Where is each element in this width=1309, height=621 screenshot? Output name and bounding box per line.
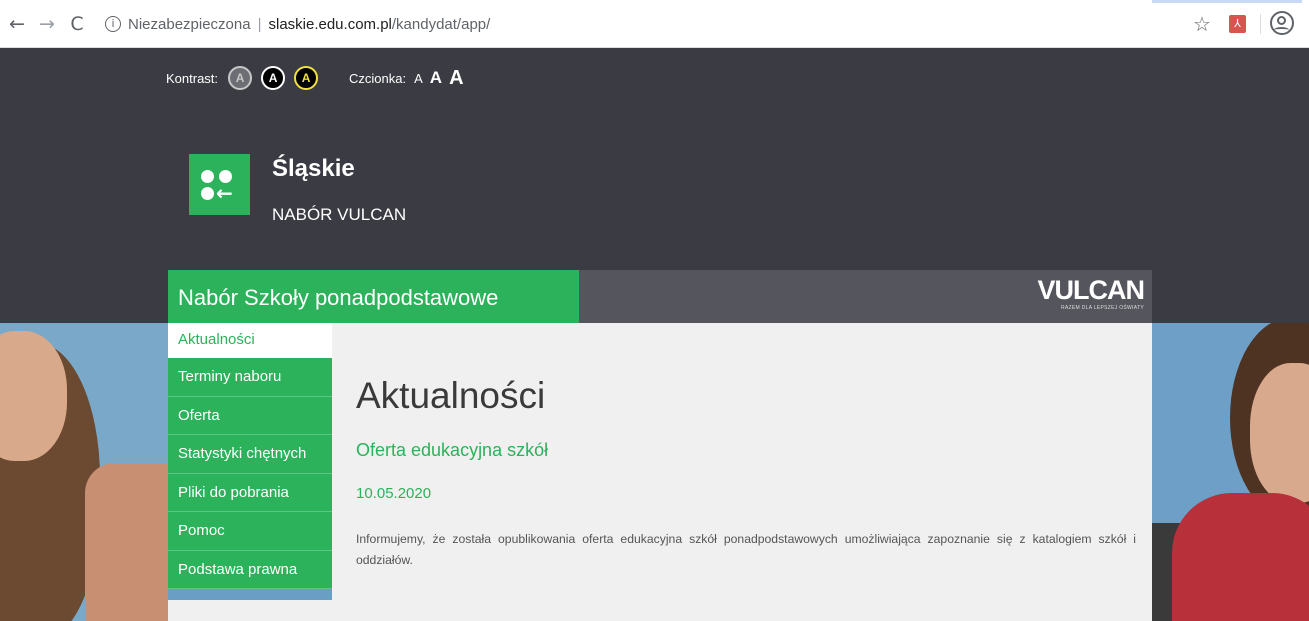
news-date: 10.05.2020 bbox=[356, 485, 432, 502]
reload-icon[interactable]: C bbox=[64, 11, 90, 37]
font-size-medium-button[interactable]: A bbox=[430, 68, 442, 88]
banner-bar: VULCAN RAZEM DLA LEPSZEJ OŚWIATY bbox=[579, 270, 1152, 323]
url-path: /kandydat/app/ bbox=[391, 15, 491, 33]
site-title[interactable]: Śląskie bbox=[272, 155, 355, 183]
sidebar-item-statystyki-chetnych[interactable]: Statystyki chętnych bbox=[168, 435, 332, 474]
contrast-black-yellow-button[interactable]: A bbox=[294, 66, 319, 90]
font-size-label: Czcionka: bbox=[349, 70, 407, 86]
sidebar-item-podstawa-prawna[interactable]: Podstawa prawna bbox=[168, 550, 332, 589]
address-bar[interactable]: i Niezabezpieczona | slaskie.edu.com.pl/… bbox=[105, 10, 1210, 38]
font-size-large-button[interactable]: A bbox=[449, 67, 463, 90]
sidebar-filler bbox=[168, 600, 332, 621]
vulcan-wordmark: VULCAN bbox=[1037, 275, 1145, 305]
url-text[interactable]: slaskie.edu.com.pl/kandydat/app/ bbox=[268, 16, 490, 33]
contrast-label: Kontrast: bbox=[166, 70, 219, 86]
site-logo-icon[interactable]: ← bbox=[189, 154, 250, 215]
site-subtitle: NABÓR VULCAN bbox=[272, 205, 407, 224]
security-label[interactable]: Niezabezpieczona bbox=[128, 16, 251, 33]
account-icon[interactable] bbox=[1270, 11, 1294, 35]
url-separator: | bbox=[257, 15, 262, 33]
contrast-default-button[interactable]: A bbox=[228, 66, 253, 90]
font-size-small-button[interactable]: A bbox=[414, 71, 423, 86]
news-title-link[interactable]: Oferta edukacyjna szkół bbox=[356, 440, 548, 461]
contrast-black-white-button[interactable]: A bbox=[261, 66, 286, 90]
toolbar-divider bbox=[1260, 14, 1261, 34]
sidebar-item-terminy-naboru[interactable]: Terminy naboru bbox=[168, 358, 332, 397]
pdf-extension-icon[interactable]: ⅄ bbox=[1229, 15, 1246, 33]
sidebar-item-oferta[interactable]: Oferta bbox=[168, 396, 332, 435]
browser-toolbar: ← → C i Niezabezpieczona | slaskie.edu.c… bbox=[0, 0, 1309, 48]
hero-photo-left bbox=[0, 323, 168, 621]
sidebar-item-pomoc[interactable]: Pomoc bbox=[168, 512, 332, 551]
main-content: Aktualności Oferta edukacyjna szkół 10.0… bbox=[332, 323, 1152, 621]
page: Kontrast: A A A Czcionka: A A A ← Śląski… bbox=[0, 48, 1309, 621]
bookmark-star-icon[interactable]: ☆ bbox=[1193, 12, 1211, 36]
tab-strip-edge bbox=[1152, 0, 1302, 3]
info-icon[interactable]: i bbox=[105, 16, 121, 32]
sidebar-nav: Aktualności Terminy naboru Oferta Statys… bbox=[168, 323, 332, 589]
logo-dot bbox=[201, 170, 214, 183]
forward-icon[interactable]: → bbox=[34, 11, 60, 37]
back-icon[interactable]: ← bbox=[4, 11, 30, 37]
url-host: slaskie.edu.com.pl bbox=[268, 15, 392, 33]
vulcan-tagline: RAZEM DLA LEPSZEJ OŚWIATY bbox=[1061, 305, 1144, 311]
logo-arrow-icon: ← bbox=[216, 181, 233, 205]
accessibility-controls: Kontrast: A A A Czcionka: A A A bbox=[166, 66, 471, 90]
logo-dot bbox=[201, 187, 214, 200]
recruitment-banner-title: Nabór Szkoły ponadpodstawowe bbox=[168, 270, 579, 323]
vulcan-logo[interactable]: VULCAN RAZEM DLA LEPSZEJ OŚWIATY bbox=[1038, 275, 1145, 311]
sidebar-item-pliki-do-pobrania[interactable]: Pliki do pobrania bbox=[168, 473, 332, 512]
hero-photo-right bbox=[1152, 323, 1309, 621]
sidebar-item-aktualnosci[interactable]: Aktualności bbox=[168, 323, 332, 358]
news-body: Informujemy, że została opublikowania of… bbox=[356, 532, 1136, 567]
page-title: Aktualności bbox=[356, 375, 546, 416]
